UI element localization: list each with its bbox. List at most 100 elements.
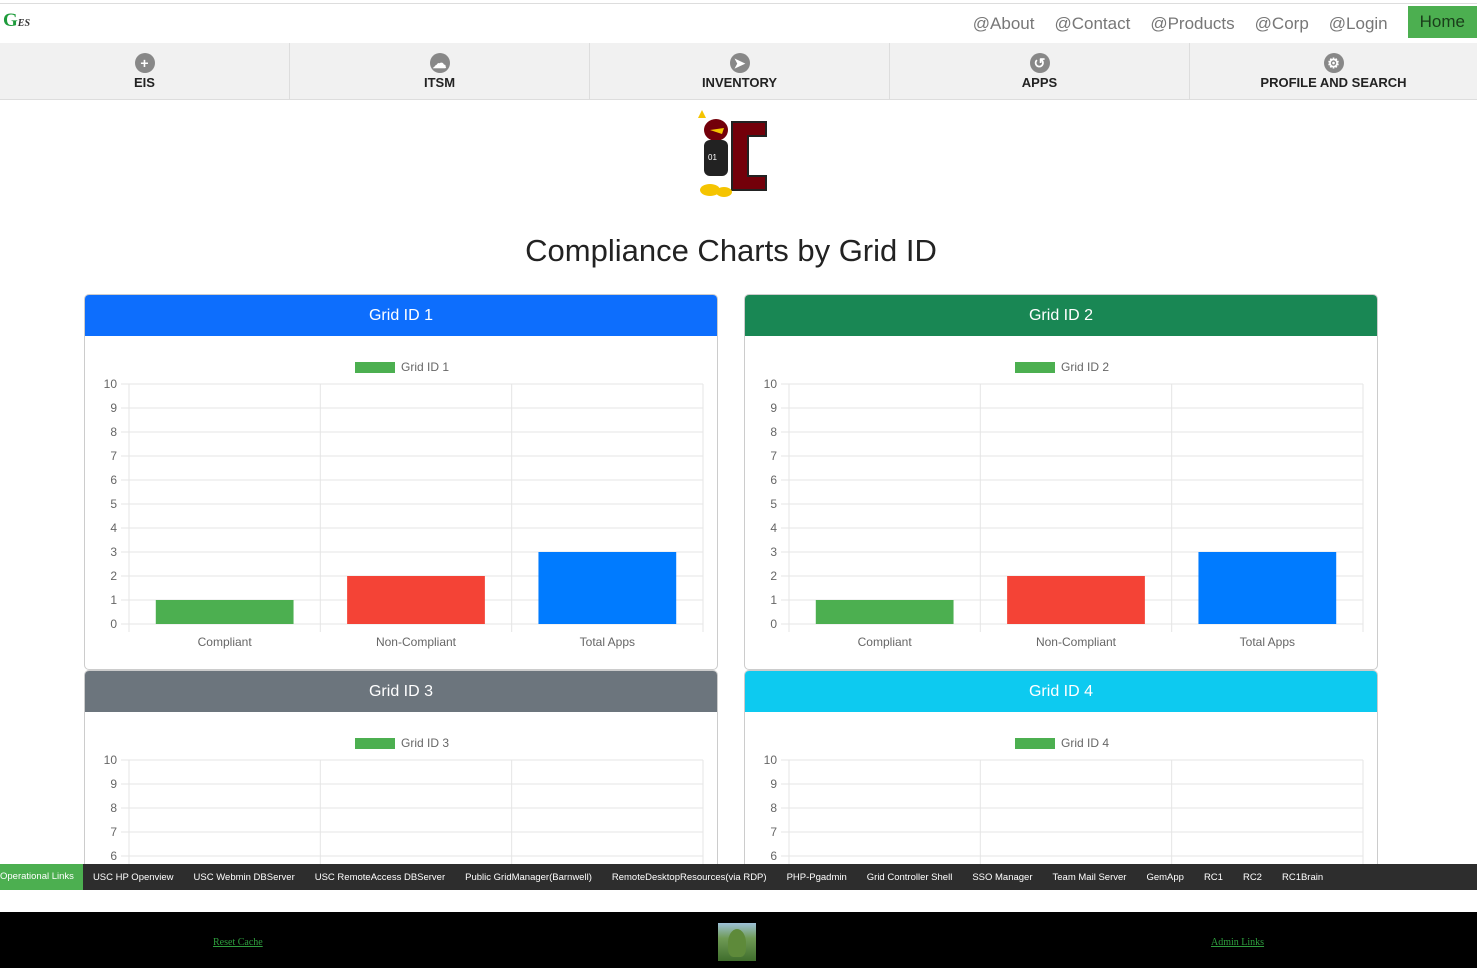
nav-label: EIS [134,74,155,90]
operational-link[interactable]: GemApp [1146,872,1184,883]
y-tick-label: 7 [110,449,117,463]
legend-label: Grid ID 4 [1061,736,1109,750]
footer: Reset Cache Admin Links [0,912,1477,968]
operational-link[interactable]: RC1 [1204,872,1223,883]
y-tick-label: 9 [770,401,777,415]
y-tick-label: 7 [110,825,117,839]
y-tick-label: 9 [770,777,777,791]
y-tick-label: 9 [110,401,117,415]
nav-item-inventory[interactable]: ➤ INVENTORY [590,43,890,99]
operational-link[interactable]: RC1Brain [1282,872,1323,883]
y-tick-label: 6 [770,473,777,487]
y-tick-label: 6 [770,849,777,863]
legend-swatch [355,362,395,373]
site-logo[interactable]: GES [3,10,30,32]
corp-link[interactable]: @Corp [1255,14,1309,34]
grid-chart-card-2: Grid ID 2 Grid ID 2 0 1 2 3 4 5 6 7 8 9 10 Compliant… [744,294,1378,670]
x-tick-label: Total Apps [580,635,635,649]
nav-label: INVENTORY [701,74,778,90]
card-header: Grid ID 2 [745,295,1377,336]
y-tick-label: 1 [770,593,777,607]
cloud-icon: ☁ [429,52,450,73]
bar-chart-grid-3: Grid ID 3 6 7 8 9 10 [104,736,704,864]
nav-label: APPS [1021,74,1058,90]
bar-compliant [815,600,954,624]
operational-link[interactable]: RemoteDesktopResources(via RDP) [612,872,767,883]
y-tick-label: 7 [770,449,777,463]
y-tick-label: 8 [770,425,777,439]
contact-link[interactable]: @Contact [1054,14,1130,34]
plus-circle-icon: + [134,52,155,73]
x-tick-label: Non-Compliant [1036,635,1117,649]
mascot-logo: 01 [698,110,767,197]
products-link[interactable]: @Products [1150,14,1234,34]
top-bar: GES @About @Contact @Products @Corp @Log… [0,3,1477,44]
about-link[interactable]: @About [973,14,1035,34]
y-tick-label: 10 [104,377,118,391]
bar-chart-grid-2: Grid ID 2 0 1 2 3 4 5 6 7 8 9 10 Compliant Non-Compli… [764,360,1364,649]
card-header: Grid ID 4 [745,671,1377,712]
x-tick-label: Total Apps [1240,635,1295,649]
operational-link[interactable]: RC2 [1243,872,1262,883]
y-tick-label: 10 [764,753,778,767]
operational-link[interactable]: USC RemoteAccess DBServer [315,872,445,883]
y-tick-label: 9 [110,777,117,791]
legend-label: Grid ID 1 [401,360,449,374]
bar-chart-grid-1: Grid ID 1 0 1 2 3 4 5 6 7 8 9 10 Compliant Non-Compli… [104,360,704,649]
y-tick-label: 5 [110,497,117,511]
bar-total-apps [538,552,677,624]
y-tick-label: 5 [770,497,777,511]
nav-item-profile-search[interactable]: ⚙ PROFILE AND SEARCH [1190,43,1477,99]
operational-links-bar: Operational Links USC HP Openview USC Webm… [0,864,1477,890]
y-tick-label: 0 [770,617,777,631]
y-tick-label: 8 [110,425,117,439]
navigation-arrow-icon: ➤ [729,52,750,73]
legend-swatch [1015,362,1055,373]
nav-item-eis[interactable]: + EIS [0,43,290,99]
nav-item-apps[interactable]: ↺ APPS [890,43,1190,99]
operational-link[interactable]: PHP-Pgadmin [787,872,847,883]
operational-link[interactable]: SSO Manager [972,872,1032,883]
grid-chart-card-3: Grid ID 3 Grid ID 3 6 7 8 9 10 [84,670,718,864]
home-button[interactable]: Home [1407,5,1477,38]
svg-text:01: 01 [708,153,717,162]
card-header: Grid ID 3 [85,671,717,712]
undo-icon: ↺ [1029,52,1050,73]
y-tick-label: 6 [110,849,117,863]
grid-chart-card-4: Grid ID 4 Grid ID 4 6 7 8 9 10 [744,670,1378,864]
operational-link[interactable]: Public GridManager(Barnwell) [465,872,592,883]
y-tick-label: 1 [110,593,117,607]
page-title: Compliance Charts by Grid ID [525,233,937,268]
bar-non-compliant [347,576,485,624]
legend-label: Grid ID 3 [401,736,449,750]
admin-links-link[interactable]: Admin Links [1211,937,1264,948]
y-tick-label: 4 [770,521,777,535]
legend-swatch [355,738,395,749]
reset-cache-link[interactable]: Reset Cache [213,937,263,948]
nav-label: ITSM [423,74,456,90]
operational-link[interactable]: Grid Controller Shell [867,872,953,883]
operational-link[interactable]: USC Webmin DBServer [194,872,295,883]
card-header: Grid ID 1 [85,295,717,336]
bar-non-compliant [1007,576,1145,624]
y-tick-label: 8 [770,801,777,815]
nav-item-itsm[interactable]: ☁ ITSM [290,43,590,99]
y-tick-label: 2 [110,569,117,583]
y-tick-label: 10 [104,753,118,767]
bar-total-apps [1198,552,1337,624]
tree-thumbnail-image[interactable] [718,923,756,961]
login-link[interactable]: @Login [1329,14,1388,34]
operational-link[interactable]: Team Mail Server [1053,872,1127,883]
top-links: @About @Contact @Products @Corp @Login H… [973,4,1477,43]
y-tick-label: 2 [770,569,777,583]
x-tick-label: Non-Compliant [376,635,457,649]
y-tick-label: 8 [110,801,117,815]
operational-links-label: Operational Links [0,864,83,890]
bar-chart-grid-4: Grid ID 4 6 7 8 9 10 [764,736,1364,864]
operational-link[interactable]: USC HP Openview [93,872,174,883]
bar-compliant [155,600,294,624]
y-tick-label: 3 [110,545,117,559]
grid-chart-card-1: Grid ID 1 Grid ID 1 0 1 2 3 4 5 6 7 8 9 10 Compliant… [84,294,718,670]
legend-label: Grid ID 2 [1061,360,1109,374]
y-tick-label: 0 [110,617,117,631]
